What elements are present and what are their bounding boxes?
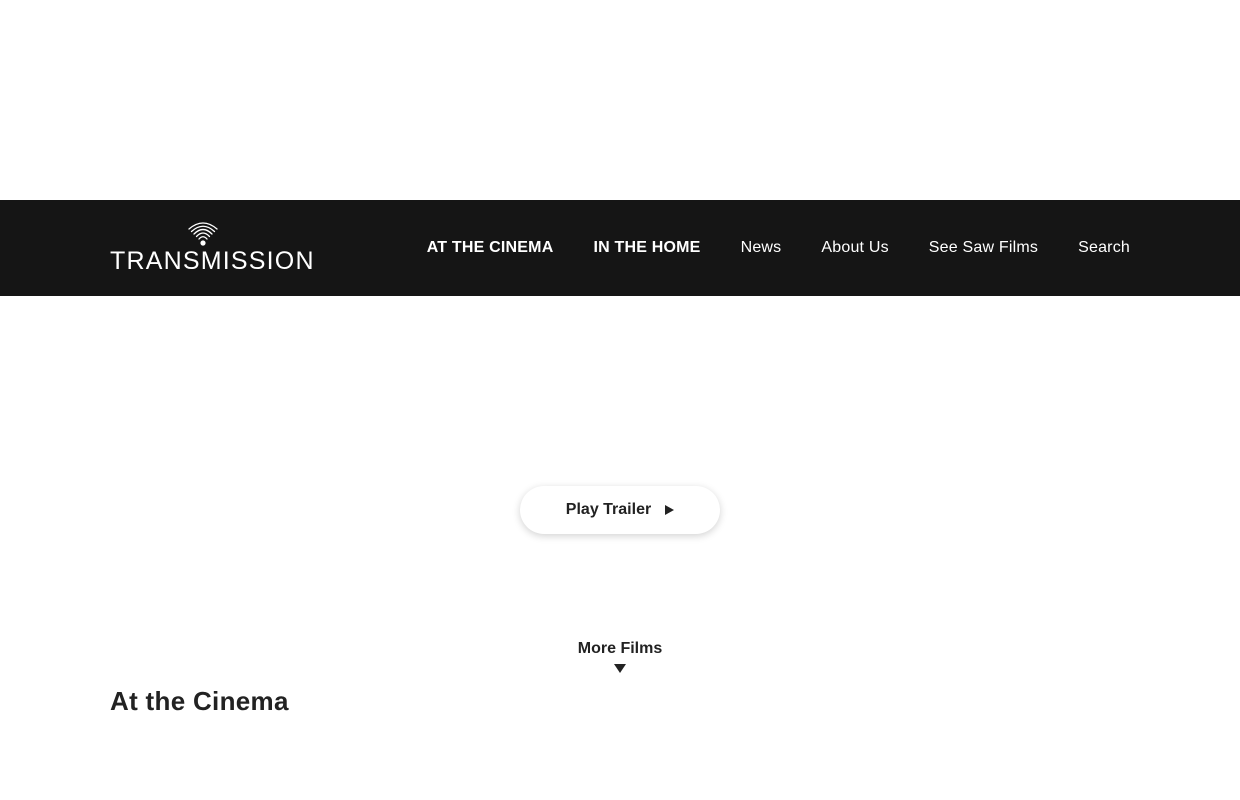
chevron-down-icon	[614, 664, 626, 673]
top-banner-area	[0, 0, 1240, 200]
nav-in-the-home[interactable]: IN THE HOME	[593, 239, 700, 257]
nav-about-us[interactable]: About Us	[821, 239, 888, 257]
site-header: TRANSMISSION AT THE CINEMA IN THE HOME N…	[0, 200, 1240, 296]
play-icon	[665, 505, 675, 515]
transmission-logo[interactable]: TRANSMISSION	[110, 220, 315, 275]
play-trailer-label: Play Trailer	[565, 501, 652, 518]
section-title: At the Cinema	[110, 686, 289, 716]
hero-area	[0, 296, 1240, 626]
main-navigation: AT THE CINEMA IN THE HOME News About Us …	[427, 200, 1130, 296]
more-films-link[interactable]: More Films	[560, 638, 680, 673]
wifi-signal-icon	[188, 222, 218, 246]
nav-news[interactable]: News	[741, 239, 782, 257]
play-trailer-button[interactable]: Play Trailer	[520, 486, 720, 534]
nav-at-the-cinema[interactable]: AT THE CINEMA	[427, 239, 554, 257]
nav-see-saw-films[interactable]: See Saw Films	[929, 239, 1038, 257]
nav-search[interactable]: Search	[1078, 239, 1130, 257]
more-films-label: More Films	[577, 640, 663, 657]
logo-wordmark: TRANSMISSION	[110, 247, 315, 275]
